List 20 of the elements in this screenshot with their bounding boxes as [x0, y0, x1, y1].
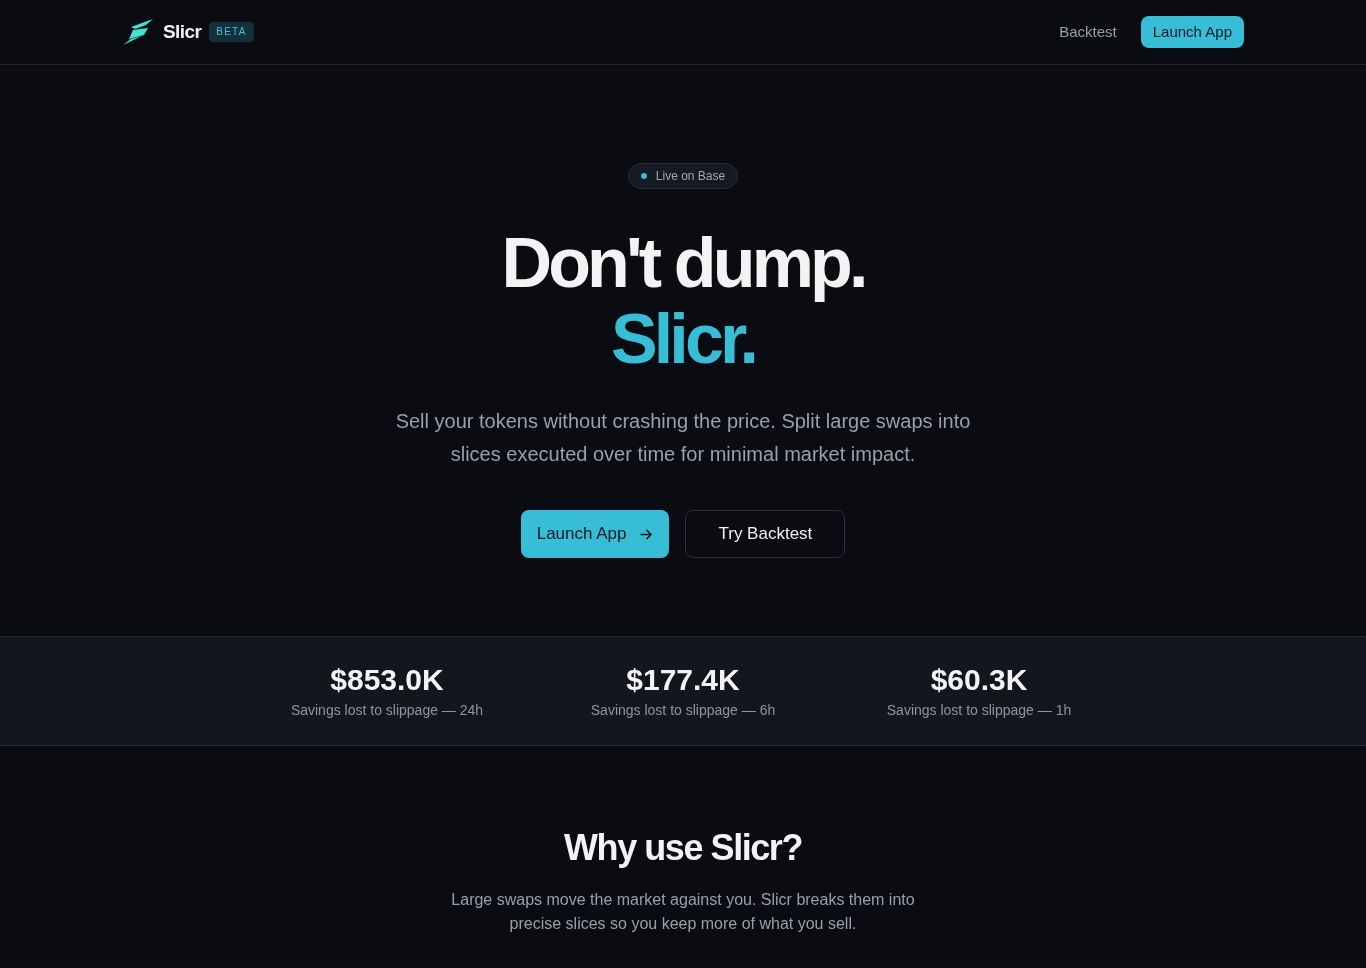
logo-text: Slicr — [163, 19, 202, 44]
section-heading: Why use Slicr? — [564, 826, 802, 870]
stat-label: Savings lost to slippage — 6h — [590, 701, 776, 720]
status-text: Live on Base — [655, 168, 726, 185]
headline-accent: Slicr. — [610, 301, 756, 377]
hero-subtitle: Sell your tokens without crashing the price. Split large swaps into slices executed over time for minimal market impact. — [394, 409, 972, 467]
launch-app-button[interactable]: Launch App — [520, 510, 670, 558]
headline: Don't dump. — [501, 225, 865, 301]
stat-value: $177.4K — [626, 662, 740, 698]
launch-app-button[interactable]: Launch App — [1140, 16, 1244, 48]
stat-label: Savings lost to slippage — 24h — [290, 701, 484, 720]
arrow-right-icon — [640, 528, 654, 540]
stat-value: $853.0K — [330, 662, 444, 698]
stat-label: Savings lost to slippage — 1h — [886, 701, 1072, 720]
section-description: Large swaps move the market against you. Slicr breaks them into precise slices so you keep more of what you sell. — [450, 890, 916, 934]
nav-link[interactable]: Backtest — [1059, 20, 1117, 44]
lightning-logo-icon — [122, 18, 154, 46]
beta-badge: BETA — [209, 22, 254, 42]
stat-value: $60.3K — [930, 662, 1028, 698]
try-backtest-button[interactable]: Try Backtest — [685, 510, 846, 558]
